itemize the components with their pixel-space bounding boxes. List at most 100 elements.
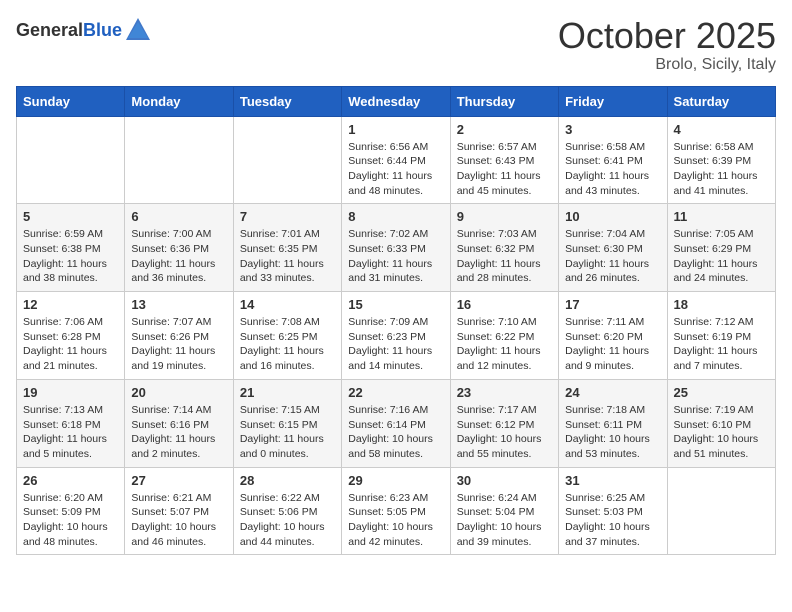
calendar-day-cell bbox=[17, 116, 125, 204]
month-title: October 2025 bbox=[558, 16, 776, 56]
day-number: 30 bbox=[457, 473, 552, 488]
day-number: 25 bbox=[674, 385, 769, 400]
day-number: 14 bbox=[240, 297, 335, 312]
calendar-day-cell: 6Sunrise: 7:00 AM Sunset: 6:36 PM Daylig… bbox=[125, 204, 233, 292]
day-number: 28 bbox=[240, 473, 335, 488]
day-number: 22 bbox=[348, 385, 443, 400]
day-info: Sunrise: 6:59 AM Sunset: 6:38 PM Dayligh… bbox=[23, 227, 118, 286]
day-info: Sunrise: 7:03 AM Sunset: 6:32 PM Dayligh… bbox=[457, 227, 552, 286]
calendar-week-row: 5 Sunrise: 6:59 AM Sunset: 6:38 PM Daylig… bbox=[17, 204, 776, 292]
day-number: 8 bbox=[348, 209, 443, 224]
calendar-day-cell: 27 Sunrise: 6:21 AM Sunset: 5:07 PM Dayli… bbox=[125, 467, 233, 555]
day-number: 27 bbox=[131, 473, 226, 488]
day-number: 12 bbox=[23, 297, 118, 312]
day-info: Sunrise: 7:12 AM Sunset: 6:19 PM Dayligh… bbox=[674, 315, 769, 374]
day-number: 7 bbox=[240, 209, 335, 224]
calendar-day-cell: 30Sunrise: 6:24 AM Sunset: 5:04 PM Dayli… bbox=[450, 467, 558, 555]
day-number: 9 bbox=[457, 209, 552, 224]
calendar-week-row: 12 Sunrise: 7:06 AM Sunset: 6:28 PM Dayli… bbox=[17, 292, 776, 380]
calendar-day-cell: 5 Sunrise: 6:59 AM Sunset: 6:38 PM Daylig… bbox=[17, 204, 125, 292]
calendar-week-row: 26Sunrise: 6:20 AM Sunset: 5:09 PM Dayli… bbox=[17, 467, 776, 555]
day-number: 15 bbox=[348, 297, 443, 312]
logo-blue: Blue bbox=[83, 20, 122, 40]
day-number: 16 bbox=[457, 297, 552, 312]
day-info: Sunrise: 7:11 AM Sunset: 6:20 PM Dayligh… bbox=[565, 315, 660, 374]
day-of-week-header: Tuesday bbox=[233, 86, 341, 116]
day-info: Sunrise: 6:57 AM Sunset: 6:43 PM Dayligh… bbox=[457, 140, 552, 199]
calendar-day-cell: 20Sunrise: 7:14 AM Sunset: 6:16 PM Dayli… bbox=[125, 379, 233, 467]
location: Brolo, Sicily, Italy bbox=[558, 56, 776, 74]
calendar-day-cell bbox=[125, 116, 233, 204]
day-of-week-header: Sunday bbox=[17, 86, 125, 116]
calendar-day-cell: 10Sunrise: 7:04 AM Sunset: 6:30 PM Dayli… bbox=[559, 204, 667, 292]
calendar-day-cell: 24Sunrise: 7:18 AM Sunset: 6:11 PM Dayli… bbox=[559, 379, 667, 467]
calendar-day-cell: 19Sunrise: 7:13 AM Sunset: 6:18 PM Dayli… bbox=[17, 379, 125, 467]
day-number: 17 bbox=[565, 297, 660, 312]
calendar-day-cell: 4Sunrise: 6:58 AM Sunset: 6:39 PM Daylig… bbox=[667, 116, 775, 204]
day-info: Sunrise: 6:56 AM Sunset: 6:44 PM Dayligh… bbox=[348, 140, 443, 199]
day-number: 23 bbox=[457, 385, 552, 400]
calendar-day-cell: 7 Sunrise: 7:01 AM Sunset: 6:35 PM Daylig… bbox=[233, 204, 341, 292]
day-of-week-header: Friday bbox=[559, 86, 667, 116]
calendar-day-cell: 22 Sunrise: 7:16 AM Sunset: 6:14 PM Dayli… bbox=[342, 379, 450, 467]
day-info: Sunrise: 7:17 AM Sunset: 6:12 PM Dayligh… bbox=[457, 403, 552, 462]
calendar-day-cell: 1 Sunrise: 6:56 AM Sunset: 6:44 PM Daylig… bbox=[342, 116, 450, 204]
day-info: Sunrise: 7:09 AM Sunset: 6:23 PM Dayligh… bbox=[348, 315, 443, 374]
logo-general: General bbox=[16, 20, 83, 40]
calendar-week-row: 1 Sunrise: 6:56 AM Sunset: 6:44 PM Daylig… bbox=[17, 116, 776, 204]
calendar-day-cell: 31 Sunrise: 6:25 AM Sunset: 5:03 PM Dayli… bbox=[559, 467, 667, 555]
day-of-week-header: Thursday bbox=[450, 86, 558, 116]
calendar-day-cell: 16 Sunrise: 7:10 AM Sunset: 6:22 PM Dayli… bbox=[450, 292, 558, 380]
day-info: Sunrise: 7:16 AM Sunset: 6:14 PM Dayligh… bbox=[348, 403, 443, 462]
day-number: 6 bbox=[131, 209, 226, 224]
calendar-day-cell: 12 Sunrise: 7:06 AM Sunset: 6:28 PM Dayli… bbox=[17, 292, 125, 380]
day-info: Sunrise: 7:01 AM Sunset: 6:35 PM Dayligh… bbox=[240, 227, 335, 286]
day-number: 1 bbox=[348, 122, 443, 137]
day-number: 10 bbox=[565, 209, 660, 224]
day-info: Sunrise: 7:19 AM Sunset: 6:10 PM Dayligh… bbox=[674, 403, 769, 462]
day-info: Sunrise: 6:21 AM Sunset: 5:07 PM Dayligh… bbox=[131, 491, 226, 550]
days-header-row: SundayMondayTuesdayWednesdayThursdayFrid… bbox=[17, 86, 776, 116]
day-of-week-header: Saturday bbox=[667, 86, 775, 116]
calendar-week-row: 19Sunrise: 7:13 AM Sunset: 6:18 PM Dayli… bbox=[17, 379, 776, 467]
day-number: 3 bbox=[565, 122, 660, 137]
calendar-day-cell: 18 Sunrise: 7:12 AM Sunset: 6:19 PM Dayli… bbox=[667, 292, 775, 380]
day-info: Sunrise: 7:06 AM Sunset: 6:28 PM Dayligh… bbox=[23, 315, 118, 374]
calendar-day-cell: 8 Sunrise: 7:02 AM Sunset: 6:33 PM Daylig… bbox=[342, 204, 450, 292]
day-of-week-header: Monday bbox=[125, 86, 233, 116]
calendar-day-cell: 15 Sunrise: 7:09 AM Sunset: 6:23 PM Dayli… bbox=[342, 292, 450, 380]
logo-icon bbox=[124, 16, 152, 44]
day-info: Sunrise: 6:20 AM Sunset: 5:09 PM Dayligh… bbox=[23, 491, 118, 550]
day-info: Sunrise: 6:58 AM Sunset: 6:41 PM Dayligh… bbox=[565, 140, 660, 199]
calendar-day-cell: 9 Sunrise: 7:03 AM Sunset: 6:32 PM Daylig… bbox=[450, 204, 558, 292]
calendar-day-cell: 25 Sunrise: 7:19 AM Sunset: 6:10 PM Dayli… bbox=[667, 379, 775, 467]
day-number: 18 bbox=[674, 297, 769, 312]
calendar-table: SundayMondayTuesdayWednesdayThursdayFrid… bbox=[16, 86, 776, 556]
day-number: 19 bbox=[23, 385, 118, 400]
calendar-day-cell: 3 Sunrise: 6:58 AM Sunset: 6:41 PM Daylig… bbox=[559, 116, 667, 204]
day-number: 11 bbox=[674, 209, 769, 224]
day-number: 24 bbox=[565, 385, 660, 400]
day-number: 13 bbox=[131, 297, 226, 312]
calendar-day-cell: 21 Sunrise: 7:15 AM Sunset: 6:15 PM Dayli… bbox=[233, 379, 341, 467]
calendar-day-cell: 26Sunrise: 6:20 AM Sunset: 5:09 PM Dayli… bbox=[17, 467, 125, 555]
day-info: Sunrise: 7:07 AM Sunset: 6:26 PM Dayligh… bbox=[131, 315, 226, 374]
calendar-day-cell: 13 Sunrise: 7:07 AM Sunset: 6:26 PM Dayli… bbox=[125, 292, 233, 380]
day-info: Sunrise: 7:02 AM Sunset: 6:33 PM Dayligh… bbox=[348, 227, 443, 286]
page-header: GeneralBlue October 2025 Brolo, Sicily, … bbox=[16, 16, 776, 74]
day-number: 21 bbox=[240, 385, 335, 400]
day-info: Sunrise: 6:22 AM Sunset: 5:06 PM Dayligh… bbox=[240, 491, 335, 550]
day-info: Sunrise: 7:10 AM Sunset: 6:22 PM Dayligh… bbox=[457, 315, 552, 374]
day-number: 29 bbox=[348, 473, 443, 488]
day-number: 5 bbox=[23, 209, 118, 224]
calendar-day-cell: 11Sunrise: 7:05 AM Sunset: 6:29 PM Dayli… bbox=[667, 204, 775, 292]
day-info: Sunrise: 7:15 AM Sunset: 6:15 PM Dayligh… bbox=[240, 403, 335, 462]
day-info: Sunrise: 7:08 AM Sunset: 6:25 PM Dayligh… bbox=[240, 315, 335, 374]
day-number: 31 bbox=[565, 473, 660, 488]
title-block: October 2025 Brolo, Sicily, Italy bbox=[558, 16, 776, 74]
day-info: Sunrise: 6:23 AM Sunset: 5:05 PM Dayligh… bbox=[348, 491, 443, 550]
day-number: 2 bbox=[457, 122, 552, 137]
day-number: 20 bbox=[131, 385, 226, 400]
calendar-day-cell: 14 Sunrise: 7:08 AM Sunset: 6:25 PM Dayli… bbox=[233, 292, 341, 380]
day-info: Sunrise: 6:25 AM Sunset: 5:03 PM Dayligh… bbox=[565, 491, 660, 550]
